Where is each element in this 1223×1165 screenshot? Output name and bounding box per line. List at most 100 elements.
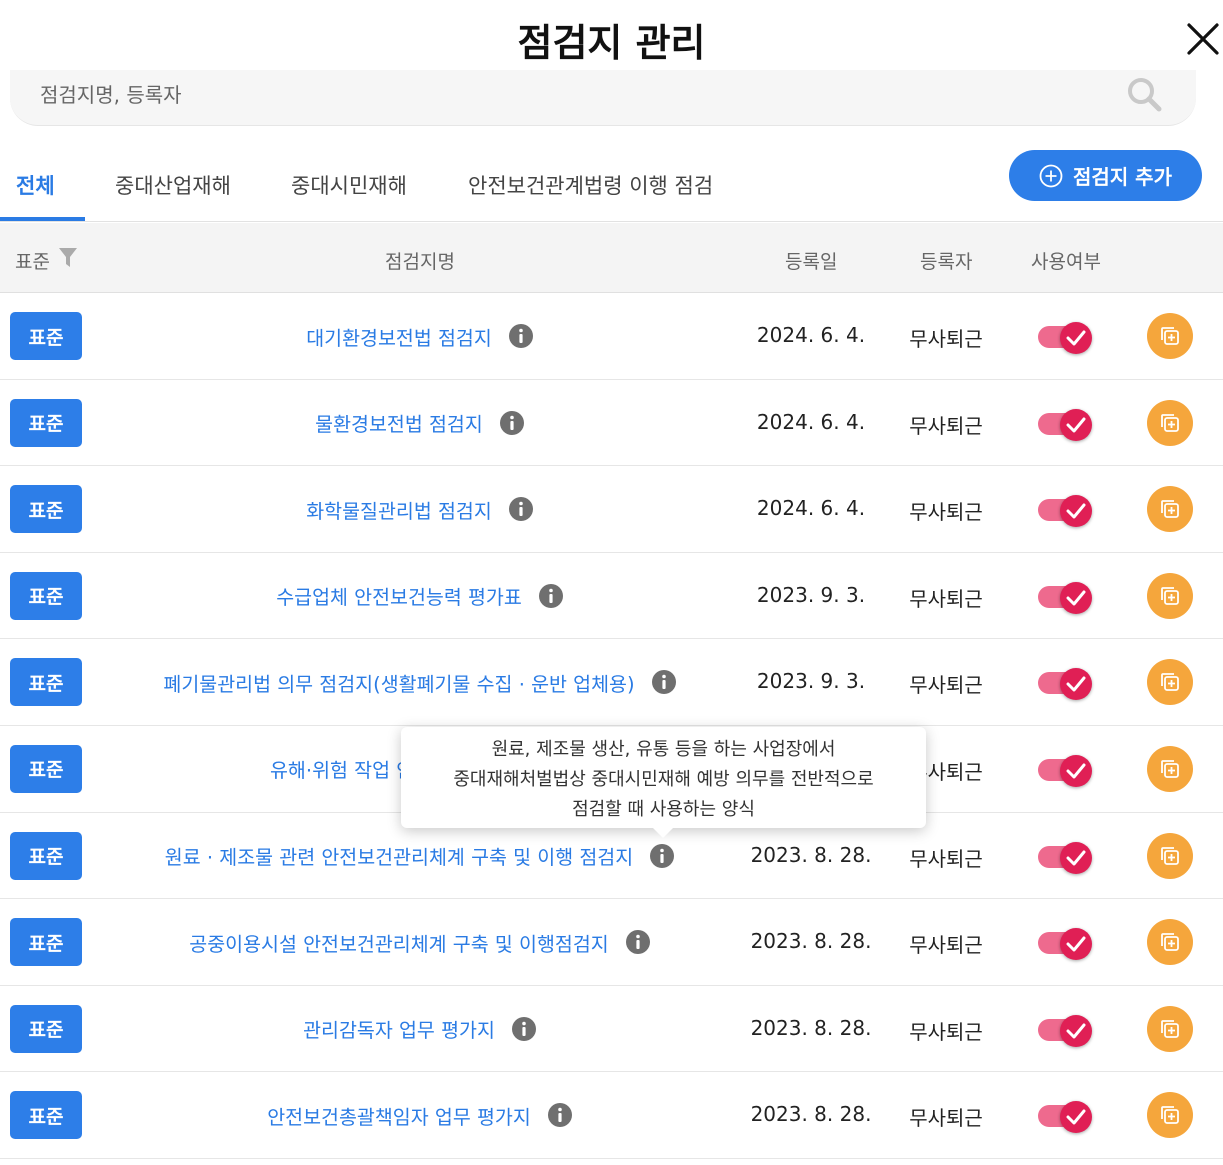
checklist-name-link[interactable]: 수급업체 안전보건능력 평가표 <box>276 581 522 610</box>
table-row: 표준 관리감독자 업무 평가지 2023. 8. 28. 무사퇴근 <box>0 986 1223 1073</box>
check-icon <box>1066 936 1086 952</box>
copy-icon <box>1161 1019 1179 1038</box>
toggle-knob <box>1060 1101 1092 1134</box>
search-icon[interactable] <box>1126 76 1164 114</box>
registered-date: 2024. 6. 4. <box>756 323 866 347</box>
usage-toggle[interactable] <box>1038 322 1094 354</box>
copy-button[interactable] <box>1147 1005 1193 1052</box>
copy-button[interactable] <box>1147 313 1193 359</box>
toggle-knob <box>1060 754 1092 787</box>
registered-date: 2023. 9. 3. <box>756 669 866 694</box>
add-checklist-label: 점검지 추가 <box>1073 165 1172 189</box>
copy-button[interactable] <box>1147 1092 1193 1139</box>
info-icon[interactable] <box>508 496 534 522</box>
registrant: 무사퇴근 <box>909 327 983 351</box>
checklist-name-cell: 대기환경보전법 점검지 <box>100 293 740 379</box>
close-icon[interactable] <box>1186 22 1220 56</box>
table-row: 표준 수급업체 안전보건능력 평가표 2023. 9. 3. 무사퇴근 <box>0 553 1223 640</box>
info-icon[interactable] <box>649 843 675 869</box>
copy-button[interactable] <box>1147 486 1193 533</box>
toggle-knob <box>1060 928 1092 961</box>
copy-button[interactable] <box>1147 572 1193 619</box>
checklist-name-link[interactable]: 원료 · 제조물 관련 안전보건관리체계 구축 및 이행 점검지 <box>165 841 633 870</box>
usage-toggle[interactable] <box>1038 668 1094 701</box>
standard-badge: 표준 <box>10 658 82 707</box>
tab-bar: 전체 중대산업재해 중대시민재해 안전보건관계법령 이행 점검 점검지 추가 <box>0 140 1223 222</box>
copy-button[interactable] <box>1147 659 1193 706</box>
usage-toggle[interactable] <box>1038 408 1094 441</box>
checklist-name-cell: 공중이용시설 안전보건관리체계 구축 및 이행점검지 <box>100 899 740 985</box>
column-registrant: 등록자 <box>920 251 973 273</box>
registered-date: 2023. 8. 28. <box>750 1015 872 1040</box>
check-icon <box>1066 850 1086 866</box>
info-icon[interactable] <box>547 1102 573 1128</box>
info-icon[interactable] <box>499 410 525 436</box>
checklist-name-cell: 화학물질관리법 점검지 <box>100 466 740 552</box>
standard-badge: 표준 <box>10 918 82 967</box>
check-icon <box>1066 763 1086 779</box>
standard-badge: 표준 <box>10 1004 82 1053</box>
checklist-name-cell: 폐기물관리법 의무 점검지(생활폐기물 수집 · 운반 업체용) <box>100 639 740 725</box>
usage-toggle[interactable] <box>1038 754 1094 787</box>
toggle-knob <box>1060 1014 1092 1047</box>
table-row: 표준 대기환경보전법 점검지 2024. 6. 4. 무사퇴근 <box>0 293 1223 380</box>
tab-serious-civil[interactable]: 중대시민재해 <box>291 170 407 200</box>
usage-toggle[interactable] <box>1038 581 1094 614</box>
tooltip-line: 점검할 때 사용하는 양식 <box>572 799 755 820</box>
registrant: 무사퇴근 <box>909 673 983 698</box>
toggle-knob <box>1060 668 1092 701</box>
checklist-name-link[interactable]: 관리감독자 업무 평가지 <box>303 1014 495 1043</box>
checklist-name-cell: 물환경보전법 점검지 <box>100 380 740 466</box>
info-icon[interactable] <box>508 323 534 349</box>
info-icon[interactable] <box>651 669 677 695</box>
tab-all[interactable]: 전체 <box>16 170 55 200</box>
check-icon <box>1066 503 1086 519</box>
copy-button[interactable] <box>1147 745 1193 792</box>
check-icon <box>1066 590 1086 606</box>
filter-icon[interactable] <box>58 247 78 269</box>
table-row: 표준 공중이용시설 안전보건관리체계 구축 및 이행점검지 2023. 8. 28.… <box>0 899 1223 986</box>
info-tooltip: 원료, 제조물 생산, 유통 등을 하는 사업장에서 중대재해처벌법상 중대시민… <box>401 727 926 838</box>
copy-icon <box>1161 673 1179 692</box>
table-row: 표준 물환경보전법 점검지 2024. 6. 4. 무사퇴근 <box>0 380 1223 467</box>
standard-badge: 표준 <box>10 485 82 534</box>
checklist-name-link[interactable]: 물환경보전법 점검지 <box>315 408 483 437</box>
usage-toggle[interactable] <box>1038 841 1094 874</box>
search-input[interactable] <box>40 78 1100 112</box>
tab-law-compliance[interactable]: 안전보건관계법령 이행 점검 <box>468 170 713 200</box>
copy-button[interactable] <box>1147 919 1193 966</box>
page-title: 점검지 관리 <box>517 21 706 65</box>
copy-icon <box>1161 760 1179 778</box>
check-icon <box>1066 330 1086 346</box>
standard-badge: 표준 <box>10 312 82 360</box>
add-checklist-button[interactable]: 점검지 추가 <box>1009 150 1202 201</box>
column-checklist-name: 점검지명 <box>385 251 455 273</box>
check-icon <box>1066 676 1086 692</box>
usage-toggle[interactable] <box>1038 928 1094 961</box>
tooltip-line: 중대재해처벌법상 중대시민재해 예방 의무를 전반적으로 <box>453 769 874 790</box>
registered-date: 2024. 6. 4. <box>756 496 866 521</box>
usage-toggle[interactable] <box>1038 1014 1094 1047</box>
table-row: 표준 안전보건총괄책임자 업무 평가지 2023. 8. 28. 무사퇴근 <box>0 1072 1223 1159</box>
usage-toggle[interactable] <box>1038 1101 1094 1134</box>
checklist-name-link[interactable]: 폐기물관리법 의무 점검지(생활폐기물 수집 · 운반 업체용) <box>163 668 634 697</box>
checklist-name-cell: 안전보건총괄책임자 업무 평가지 <box>100 1072 740 1158</box>
registrant: 무사퇴근 <box>909 500 983 525</box>
registrant: 무사퇴근 <box>909 1106 983 1131</box>
copy-button[interactable] <box>1147 399 1193 446</box>
copy-button[interactable] <box>1147 832 1193 879</box>
copy-icon <box>1161 413 1179 432</box>
info-icon[interactable] <box>538 583 564 609</box>
checklist-name-link[interactable]: 화학물질관리법 점검지 <box>306 495 492 524</box>
table-header: 표준 점검지명 등록일 등록자 사용여부 <box>0 223 1223 293</box>
table-row: 표준 화학물질관리법 점검지 2024. 6. 4. 무사퇴근 <box>0 466 1223 553</box>
usage-toggle[interactable] <box>1038 495 1094 528</box>
info-icon[interactable] <box>625 929 651 955</box>
checklist-name-link[interactable]: 대기환경보전법 점검지 <box>306 322 492 351</box>
checklist-name-link[interactable]: 공중이용시설 안전보건관리체계 구축 및 이행점검지 <box>189 928 608 957</box>
checklist-name-link[interactable]: 안전보건총괄책임자 업무 평가지 <box>267 1101 531 1130</box>
checklist-name-cell: 관리감독자 업무 평가지 <box>100 986 740 1072</box>
info-icon[interactable] <box>511 1016 537 1042</box>
registrant: 무사퇴근 <box>909 933 983 958</box>
tab-serious-industrial[interactable]: 중대산업재해 <box>115 170 231 200</box>
